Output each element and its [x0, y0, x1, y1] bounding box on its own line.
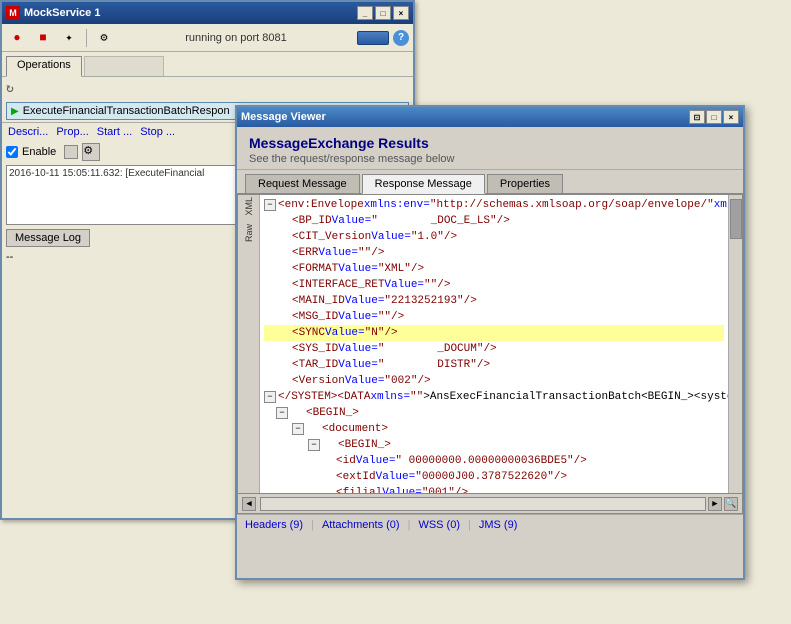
message-viewer-window: Message Viewer ⊡ □ × MessageExchange Res… [235, 105, 745, 580]
zoom-button[interactable]: 🔍 [724, 497, 738, 511]
expand-icon-3[interactable]: − [276, 407, 288, 419]
expand-icon-4[interactable]: − [292, 423, 304, 435]
tab-properties[interactable]: Properties [487, 174, 563, 193]
xml-line: − <document> [264, 421, 724, 437]
xml-line: <FORMAT Value= "XML" /> [264, 261, 724, 277]
main-window-title: MockService 1 [24, 7, 357, 19]
xml-line: <CIT_Version Value= "1.0" /> [264, 229, 724, 245]
xml-line: <BP_ID Value= " _DOC_E_LS" /> [264, 213, 724, 229]
tab-response-message[interactable]: Response Message [362, 174, 485, 194]
tab-operations[interactable]: Operations [6, 56, 82, 77]
xml-bottom-bar: ◀ ▶ 🔍 [237, 494, 743, 514]
main-tab-bar: Operations [2, 52, 413, 77]
xml-scroll-thumb[interactable] [730, 199, 742, 239]
help-button[interactable]: ? [393, 30, 409, 46]
refresh-icon[interactable]: ↻ [6, 81, 14, 96]
start-tab[interactable]: Start ... [95, 125, 134, 139]
scroll-right-button[interactable]: ▶ [708, 497, 722, 511]
tab-extra[interactable] [84, 56, 164, 76]
close-button[interactable]: × [393, 6, 409, 20]
footer-sep-1: | [311, 519, 314, 531]
mv-tab-bar: Request Message Response Message Propert… [237, 170, 743, 194]
tab-request-message[interactable]: Request Message [245, 174, 360, 193]
xml-content[interactable]: − <env:Envelope xmlns:env= "http://schem… [260, 195, 728, 493]
settings-button[interactable]: ⚙ [93, 27, 115, 49]
xml-line: <ERR Value= "" /> [264, 245, 724, 261]
footer-attachments[interactable]: Attachments (0) [322, 519, 400, 531]
mv-title-bar: Message Viewer ⊡ □ × [237, 107, 743, 127]
xml-line: − </SYSTEM> <DATA xmlns= "" >AnsExecFina… [264, 389, 724, 405]
xml-line-highlighted: <SYNC Value= "N" /> [264, 325, 724, 341]
title-bar-controls: _ □ × [357, 6, 409, 20]
stop-button[interactable]: ■ [32, 27, 54, 49]
xml-line: <MAIN_ID Value= "2213252193" /> [264, 293, 724, 309]
minimize-button[interactable]: _ [357, 6, 373, 20]
xml-line: <TAR_ID Value= " DISTR" /> [264, 357, 724, 373]
mv-detach-button[interactable]: ⊡ [689, 110, 705, 124]
stop-tab[interactable]: Stop ... [138, 125, 177, 139]
raw-label[interactable]: Raw [244, 224, 254, 242]
xml-line: <SYS_ID Value= " _DOCUM" /> [264, 341, 724, 357]
dash-text: -- [6, 251, 13, 263]
main-title-bar: M MockService 1 _ □ × [2, 2, 413, 24]
xml-line: <filial Value= "001" /> [264, 485, 724, 493]
mv-title-controls: ⊡ □ × [689, 110, 739, 124]
properties-tab[interactable]: Prop... [54, 125, 90, 139]
xml-vertical-scrollbar[interactable] [728, 195, 742, 493]
xml-line: <extId Value= "00000J00.3787522620" /> [264, 469, 724, 485]
xml-line: <MSG_ID Value= "" /> [264, 309, 724, 325]
horizontal-scrollbar[interactable] [260, 497, 706, 511]
step-button[interactable]: ✦ [58, 27, 80, 49]
operation-label: ExecuteFinancialTransactionBatchRespon [23, 105, 230, 117]
main-toolbar: ● ■ ✦ ⚙ running on port 8081 ? [2, 24, 413, 52]
enable-label: Enable [22, 146, 56, 158]
xml-line: − <BEGIN_> [264, 437, 724, 453]
xml-line: − <BEGIN_> [264, 405, 724, 421]
scroll-left-button[interactable]: ◀ [242, 497, 256, 511]
status-text: running on port 8081 [119, 32, 353, 44]
toolbar-separator [86, 29, 87, 47]
mv-footer: Headers (9) | Attachments (0) | WSS (0) … [237, 514, 743, 535]
expand-icon[interactable]: − [264, 199, 276, 211]
xml-content-container: XML Raw − <env:Envelope xmlns:env= "http… [237, 194, 743, 494]
expand-icon-5[interactable]: − [308, 439, 320, 451]
record-button[interactable]: ● [6, 27, 28, 49]
footer-headers[interactable]: Headers (9) [245, 519, 303, 531]
mv-close-button[interactable]: × [723, 110, 739, 124]
describe-tab[interactable]: Descri... [6, 125, 50, 139]
op-arrow-icon: ▶ [11, 106, 19, 117]
xml-line: <Version Value= "002" /> [264, 373, 724, 389]
mv-subheading: See the request/response message below [249, 153, 731, 165]
mv-maximize-button[interactable]: □ [706, 110, 722, 124]
expand-icon-2[interactable]: − [264, 391, 276, 403]
icon-btn-2[interactable]: ⚙ [82, 143, 100, 161]
mv-header: MessageExchange Results See the request/… [237, 127, 743, 170]
main-window-icon: M [6, 6, 20, 20]
xml-side-labels: XML Raw [238, 195, 260, 493]
xml-line: − <env:Envelope xmlns:env= "http://schem… [264, 197, 724, 213]
icon-btn-1[interactable] [64, 145, 78, 159]
xml-label[interactable]: XML [244, 197, 254, 216]
refresh-area: ↻ [2, 77, 413, 100]
enable-checkbox[interactable] [6, 146, 18, 158]
footer-sep-2: | [408, 519, 411, 531]
toggle-switch[interactable] [357, 31, 389, 45]
footer-sep-3: | [468, 519, 471, 531]
xml-line: <id Value= " 00000000.00000000036BDE5" /… [264, 453, 724, 469]
mv-title-text: Message Viewer [241, 111, 689, 123]
log-text: 2016-10-11 15:05:11.632: [ExecuteFinanci… [9, 168, 204, 179]
mv-heading: MessageExchange Results [249, 135, 731, 151]
message-log-button[interactable]: Message Log [6, 229, 90, 247]
footer-wss[interactable]: WSS (0) [418, 519, 460, 531]
xml-line: <INTERFACE_RET Value= "" /> [264, 277, 724, 293]
footer-jms[interactable]: JMS (9) [479, 519, 518, 531]
maximize-button[interactable]: □ [375, 6, 391, 20]
